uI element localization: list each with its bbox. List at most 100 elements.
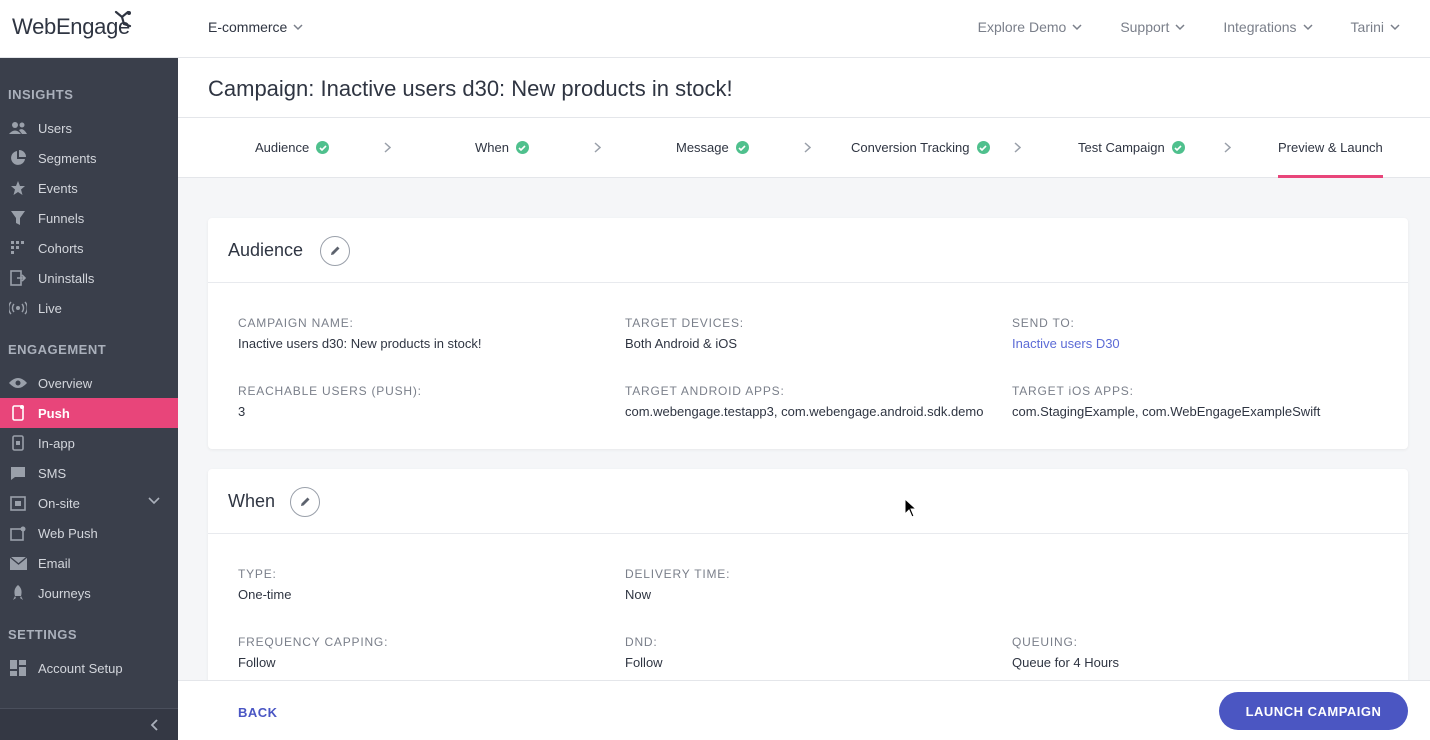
on-site-icon: [9, 494, 27, 512]
field-value: Follow: [238, 655, 276, 670]
step-when[interactable]: When: [475, 140, 529, 155]
field-label: TYPE:: [238, 567, 277, 581]
sidebar-item-sms[interactable]: SMS: [0, 458, 178, 488]
when-card-header: When: [208, 469, 1408, 534]
chevron-down-icon: [1072, 24, 1082, 31]
check-circle-icon: [316, 141, 330, 154]
sms-icon: [9, 464, 27, 482]
field-label: TARGET DEVICES:: [625, 316, 744, 330]
step-label: Message: [676, 140, 729, 155]
campaign-steps: Audience When Message Conversion Trackin…: [178, 118, 1430, 178]
sidebar-item-email[interactable]: Email: [0, 548, 178, 578]
field-label: TARGET iOS APPS:: [1012, 384, 1134, 398]
back-button[interactable]: BACK: [238, 705, 278, 720]
launch-campaign-button[interactable]: LAUNCH CAMPAIGN: [1219, 692, 1408, 730]
check-circle-icon: [1171, 141, 1185, 154]
eye-icon: [9, 374, 27, 392]
step-audience[interactable]: Audience: [255, 140, 330, 155]
bird-icon: [114, 10, 132, 28]
field-value: com.StagingExample, com.WebEngageExample…: [1012, 404, 1321, 419]
users-icon: [9, 119, 27, 137]
mouse-cursor-icon: [904, 498, 918, 518]
sidebar-item-funnels[interactable]: Funnels: [0, 203, 178, 233]
field-label: CAMPAIGN NAME:: [238, 316, 354, 330]
step-label: When: [475, 140, 509, 155]
queuing-field: QUEUING: Queue for 4 Hours: [1012, 635, 1382, 670]
rocket-icon: [9, 584, 27, 602]
chevron-right-icon: [804, 142, 811, 153]
section-insights: INSIGHTS: [8, 87, 74, 102]
field-label: DELIVERY TIME:: [625, 567, 731, 581]
sidebar-item-cohorts[interactable]: Cohorts: [0, 233, 178, 263]
sidebar-item-segments[interactable]: Segments: [0, 143, 178, 173]
explore-demo-menu[interactable]: Explore Demo: [978, 19, 1083, 35]
edit-when-button[interactable]: [290, 487, 320, 517]
sidebar-item-overview[interactable]: Overview: [0, 368, 178, 398]
funnel-icon: [9, 209, 27, 227]
sidebar-item-users[interactable]: Users: [0, 113, 178, 143]
sidebar-item-push[interactable]: Push: [0, 398, 178, 428]
support-menu[interactable]: Support: [1120, 19, 1185, 35]
sidebar-item-label: Segments: [38, 150, 97, 166]
chevron-right-icon: [1014, 142, 1021, 153]
sidebar-item-label: Users: [38, 120, 72, 136]
step-label: Test Campaign: [1078, 140, 1165, 155]
step-message[interactable]: Message: [676, 140, 749, 155]
step-preview-launch[interactable]: Preview & Launch: [1278, 140, 1383, 178]
chevron-down-icon[interactable]: [148, 497, 160, 505]
audience-card-header: Audience: [208, 218, 1408, 283]
sidebar-item-label: Live: [38, 300, 62, 316]
step-label: Audience: [255, 140, 310, 155]
step-label: Conversion Tracking: [851, 140, 970, 155]
chevron-left-icon[interactable]: [150, 719, 158, 731]
sidebar-item-on-site[interactable]: On-site: [0, 488, 178, 518]
field-label: DND:: [625, 635, 658, 649]
chevron-right-icon: [1224, 142, 1231, 153]
sidebar-item-journeys[interactable]: Journeys: [0, 578, 178, 608]
sidebar-item-web-push[interactable]: Web Push: [0, 518, 178, 548]
edit-audience-button[interactable]: [320, 236, 350, 266]
workspace-selector[interactable]: E-commerce: [208, 19, 303, 35]
sidebar-collapse-bar[interactable]: [0, 708, 178, 740]
sidebar-item-account-setup[interactable]: Account Setup: [0, 653, 178, 683]
send-to-segment-link[interactable]: Inactive users D30: [1012, 336, 1382, 351]
type-field: TYPE: One-time: [238, 567, 598, 602]
support-label: Support: [1120, 19, 1170, 35]
field-value: Follow: [625, 655, 663, 670]
field-label: QUEUING:: [1012, 635, 1078, 649]
workspace-label: E-commerce: [208, 19, 288, 35]
integrations-label: Integrations: [1223, 19, 1297, 35]
sidebar-item-label: Events: [38, 180, 78, 196]
sidebar-item-label: Push: [38, 405, 70, 421]
step-label: Preview & Launch: [1278, 140, 1383, 155]
user-menu[interactable]: Tarini: [1351, 19, 1400, 35]
broadcast-icon: [9, 299, 27, 317]
webengage-logo[interactable]: WebEngage: [12, 10, 132, 40]
integrations-menu[interactable]: Integrations: [1223, 19, 1313, 35]
sidebar-item-events[interactable]: Events: [0, 173, 178, 203]
when-card: When TYPE: One-time DELIVERY TIME: Now F…: [208, 469, 1408, 709]
step-test-campaign[interactable]: Test Campaign: [1078, 140, 1185, 155]
field-value: Now: [625, 587, 652, 602]
sidebar-item-live[interactable]: Live: [0, 293, 178, 323]
chevron-right-icon: [384, 142, 391, 153]
sidebar-item-in-app[interactable]: In-app: [0, 428, 178, 458]
sidebar-item-label: Email: [38, 555, 71, 571]
check-circle-icon: [735, 141, 749, 154]
dashboard-icon: [9, 659, 27, 677]
check-circle-icon: [976, 141, 990, 154]
pencil-icon: [301, 497, 310, 506]
card-title: When: [228, 491, 276, 511]
dnd-field: DND: Follow: [625, 635, 995, 670]
chevron-right-icon: [594, 142, 601, 153]
chevron-down-icon: [1303, 24, 1313, 31]
chevron-down-icon: [1175, 24, 1185, 31]
section-engagement: ENGAGEMENT: [8, 342, 107, 357]
sidebar: INSIGHTS Users Segments Events Funnels C…: [0, 58, 178, 740]
step-conversion-tracking[interactable]: Conversion Tracking: [851, 140, 990, 155]
frequency-capping-field: FREQUENCY CAPPING: Follow: [238, 635, 598, 670]
target-android-apps-field: TARGET ANDROID APPS: com.webengage.testa…: [625, 384, 993, 419]
sidebar-item-label: In-app: [38, 435, 75, 451]
sidebar-item-uninstalls[interactable]: Uninstalls: [0, 263, 178, 293]
field-value: One-time: [238, 587, 292, 602]
